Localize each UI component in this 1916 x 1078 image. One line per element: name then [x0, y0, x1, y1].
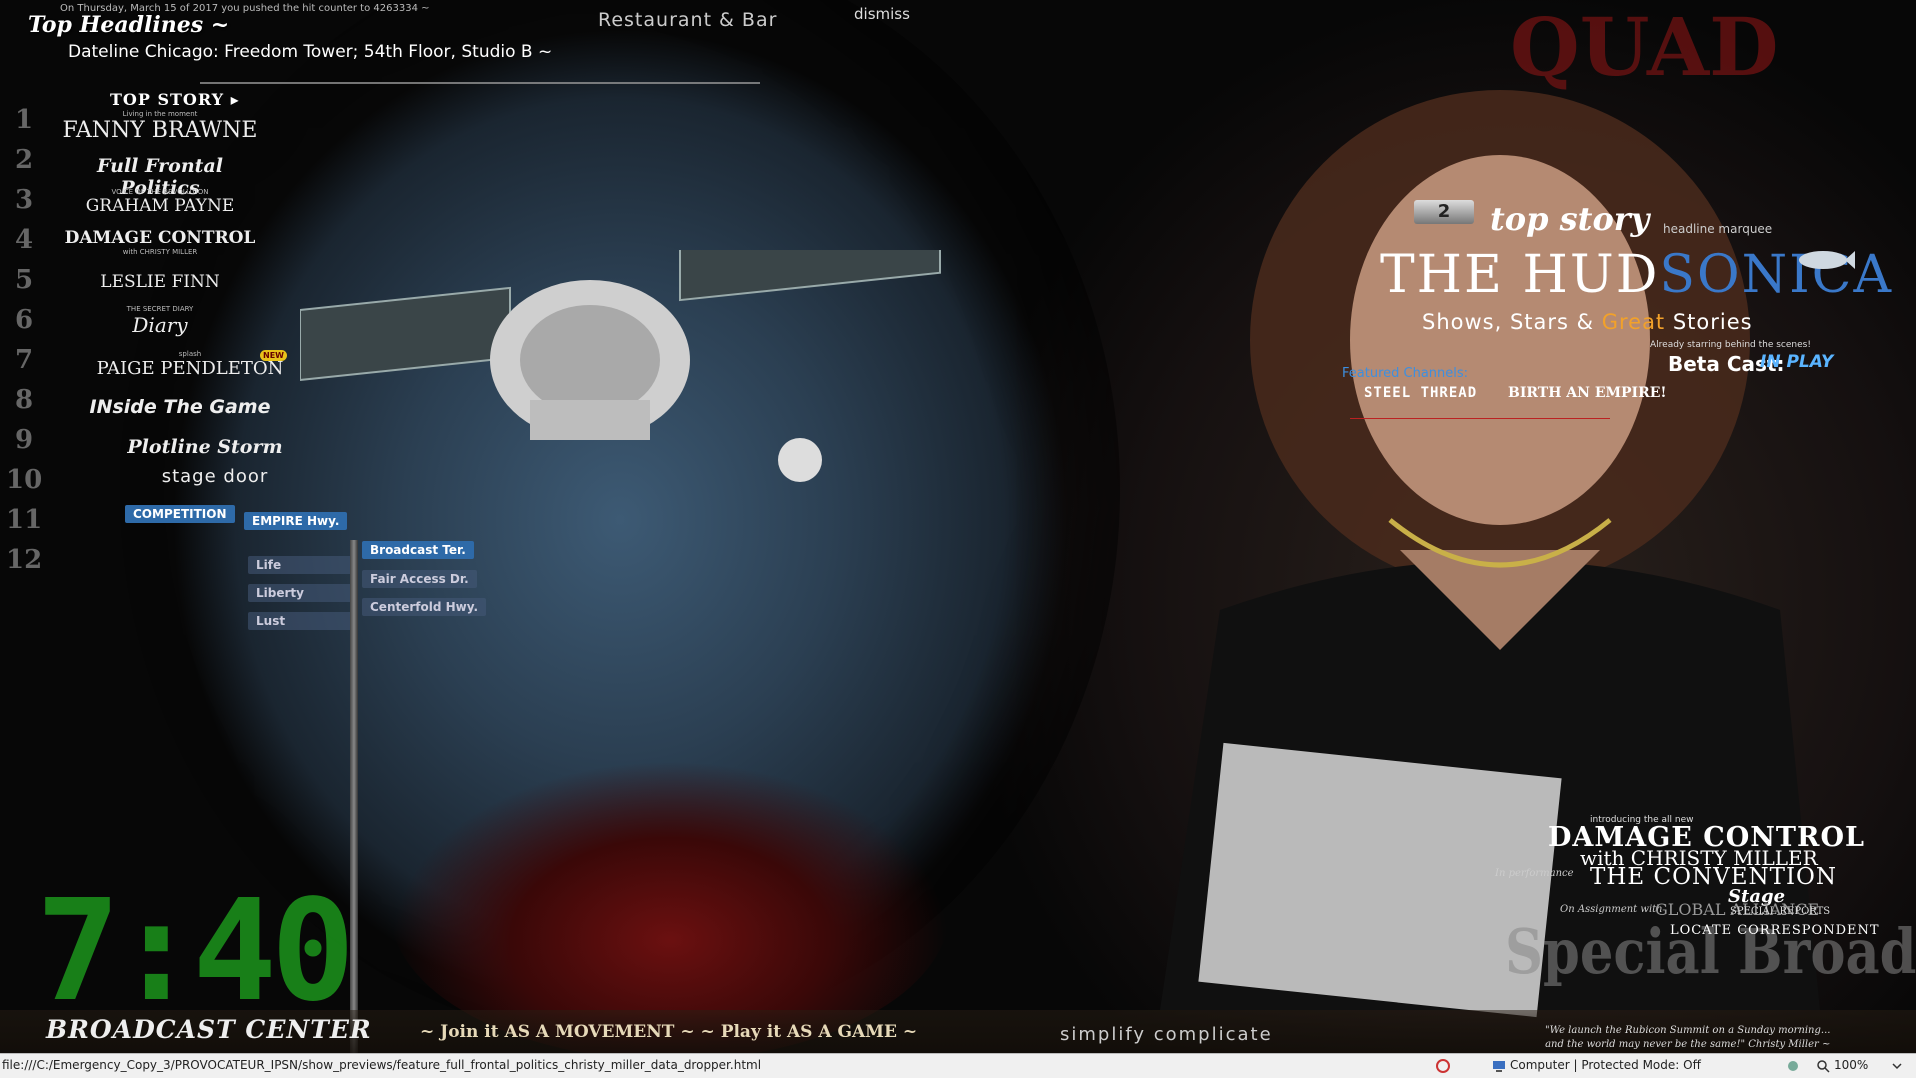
locate-correspondent-link[interactable]: LOCATE CORRESPONDENT: [1670, 923, 1880, 938]
street-sign-fair-access[interactable]: Fair Access Dr.: [362, 570, 477, 588]
quote-line: and the world may never be the same!" Ch…: [1545, 1039, 1831, 1050]
menu-item-label: DAMAGE CONTROL: [64, 228, 256, 248]
street-sign-broadcast[interactable]: Broadcast Ter.: [362, 541, 474, 559]
story-number[interactable]: 11: [6, 500, 42, 540]
status-url: file:///C:/Emergency_Copy_3/PROVOCATEUR_…: [2, 1058, 762, 1072]
fish-icon: [1799, 251, 1855, 269]
red-logo-watermark: QUAD: [1510, 0, 1779, 94]
story-number[interactable]: 7: [6, 340, 42, 380]
top-headlines-link[interactable]: Top Headlines ~: [28, 12, 229, 38]
menu-item-sub: THE SECRET DIARY: [126, 305, 194, 313]
tagline-great: Great: [1601, 310, 1666, 334]
in-performance-label: In performance: [1495, 868, 1574, 879]
menu-item-secret-diary[interactable]: THE SECRET DIARY Diary: [60, 305, 260, 337]
menu-item-stage-door[interactable]: stage door: [115, 466, 315, 487]
street-sign-competition[interactable]: COMPETITION: [125, 505, 235, 523]
menu-item-label: Plotline Storm: [127, 436, 283, 458]
dismiss-button[interactable]: dismiss: [854, 5, 910, 23]
security-icon[interactable]: [1436, 1059, 1450, 1073]
dateline-text: Dateline Chicago: Freedom Tower; 54th Fl…: [68, 42, 553, 62]
special-reports-link[interactable]: SPECIAL REPORTS: [1730, 906, 1830, 917]
broadcast-center-link[interactable]: BROADCAST CENTER: [46, 1015, 372, 1044]
menu-item-label: GRAHAM PAYNE: [85, 196, 235, 216]
street-sign-empire[interactable]: EMPIRE Hwy.: [244, 512, 348, 530]
zoom-icon[interactable]: [1816, 1059, 1830, 1073]
menu-item-damage-control[interactable]: DAMAGE CONTROL with CHRISTY MILLER: [60, 228, 260, 256]
satellite-image: [300, 250, 941, 482]
story-number[interactable]: 12: [6, 540, 42, 580]
zoom-level[interactable]: 100%: [1834, 1058, 1868, 1072]
menu-item-label: FANNY BRAWNE: [62, 118, 258, 143]
restaurant-bar-link[interactable]: Restaurant & Bar: [598, 9, 777, 31]
in-play-label[interactable]: IN PLAY: [1760, 352, 1833, 372]
new-badge: NEW: [260, 350, 287, 361]
menu-item-label: PAIGE PENDLETON: [96, 358, 284, 379]
join-movement-tagline[interactable]: ~ Join it AS A MOVEMENT ~ ~ Play it AS A…: [420, 1022, 917, 1042]
featured-channels-label: Featured Channels:: [1342, 366, 1469, 381]
story-number[interactable]: 3: [6, 180, 42, 220]
street-sign-centerfold[interactable]: Centerfold Hwy.: [362, 598, 487, 616]
featured-divider: [1350, 418, 1610, 419]
menu-item-sub: with CHRISTY MILLER: [122, 248, 198, 256]
street-sign-lust[interactable]: Lust: [248, 612, 352, 630]
menu-item-leslie-finn[interactable]: LESLIE FINN: [60, 272, 260, 292]
menu-item-graham-payne[interactable]: VOICE OF THE REVOLUTION GRAHAM PAYNE: [60, 188, 260, 216]
quote-line: "We launch the Rubicon Summit on a Sunda…: [1545, 1025, 1831, 1036]
browser-status-bar: file:///C:/Emergency_Copy_3/PROVOCATEUR_…: [0, 1053, 1916, 1078]
story-number[interactable]: 6: [6, 300, 42, 340]
menu-item-sub: Living in the moment: [122, 110, 198, 118]
menu-item-label: INside The Game: [89, 396, 271, 418]
story-number[interactable]: 4: [6, 220, 42, 260]
broadcast-scene: QUAD On Thursday, March 15 of 2017 you p…: [0, 0, 1916, 1053]
story-number-rail: 1 2 3 4 5 6 7 8 9 10 11 12: [6, 100, 42, 580]
menu-item-fanny-brawne[interactable]: Living in the moment FANNY BRAWNE: [60, 110, 260, 143]
top-story-menu-heading[interactable]: TOP STORY ▸: [110, 90, 240, 109]
street-sign-life[interactable]: Life: [248, 556, 352, 574]
hudsonica-title-white: THE HUD: [1380, 245, 1660, 305]
birth-an-empire-channel-link[interactable]: BIRTH AN EMPIRE!: [1508, 385, 1667, 401]
street-sign-liberty[interactable]: Liberty: [248, 584, 352, 602]
hudsonica-title-blue: SONICA: [1659, 245, 1894, 305]
story-number[interactable]: 10: [6, 460, 42, 500]
security-zone-text: Computer | Protected Mode: Off: [1510, 1058, 1701, 1072]
tagline-part: Shows, Stars &: [1422, 310, 1602, 334]
protected-mode-icon[interactable]: [1786, 1059, 1800, 1073]
menu-item-label: Diary: [132, 313, 188, 337]
menu-item-paige-pendleton[interactable]: splash PAIGE PENDLETON NEW: [90, 350, 290, 379]
menu-item-plotline-storm[interactable]: Plotline Storm: [105, 436, 305, 458]
story-number[interactable]: 2: [6, 140, 42, 180]
tagline-part: Stories: [1665, 310, 1753, 334]
marquee-number-badge[interactable]: 2: [1414, 200, 1474, 224]
shows-stars-stories-tagline: Shows, Stars & Great Stories: [1422, 310, 1753, 334]
headline-marquee-label: headline marquee: [1663, 222, 1773, 236]
simplify-complicate-link[interactable]: simplify complicate: [1060, 1024, 1273, 1045]
story-number[interactable]: 9: [6, 420, 42, 460]
computer-zone-icon: [1493, 1061, 1505, 1072]
digital-clock: 7:40: [36, 870, 355, 1033]
headline-divider: [200, 82, 760, 84]
menu-item-sub: VOICE OF THE REVOLUTION: [111, 188, 209, 196]
christy-miller-quote: "We launch the Rubicon Summit on a Sunda…: [1545, 1024, 1830, 1052]
the-convention-link[interactable]: THE CONVENTION: [1590, 864, 1837, 890]
on-assignment-label: On Assignment with: [1560, 904, 1663, 915]
chevron-down-icon[interactable]: [1890, 1059, 1904, 1073]
story-number[interactable]: 8: [6, 380, 42, 420]
already-starring-text: Already starring behind the scenes!: [1650, 340, 1811, 350]
menu-item-inside-the-game[interactable]: INside The Game: [80, 396, 280, 418]
menu-item-label: stage door: [161, 466, 269, 487]
story-number[interactable]: 1: [6, 100, 42, 140]
menu-item-label: LESLIE FINN: [100, 272, 220, 292]
story-number[interactable]: 5: [6, 260, 42, 300]
street-pole: [350, 540, 358, 1053]
top-story-logo: top story: [1490, 200, 1650, 238]
steel-thread-channel-link[interactable]: STEEL THREAD: [1364, 385, 1477, 401]
